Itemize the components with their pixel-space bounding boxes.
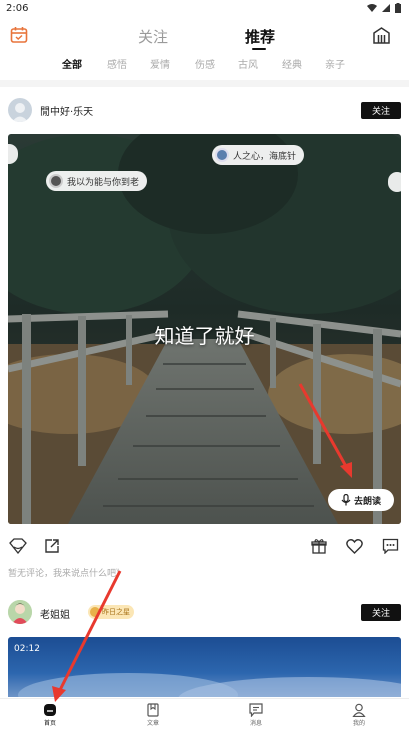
share-icon xyxy=(45,539,59,553)
gem-button[interactable] xyxy=(8,536,28,556)
post-header: 閒中好·乐天 关注 xyxy=(8,98,401,122)
comment-button[interactable] xyxy=(380,536,400,556)
status-icons xyxy=(367,3,401,13)
feed-divider xyxy=(0,80,409,87)
tab-follow[interactable]: 关注 xyxy=(138,26,168,47)
post-action-bar xyxy=(8,536,401,556)
follow-button[interactable]: 关注 xyxy=(361,604,401,621)
sky-photo xyxy=(18,673,401,697)
calendar-icon xyxy=(10,27,28,43)
topic-tag[interactable]: 我以为能与你到老 xyxy=(46,171,148,191)
nav-profile-label: 我的 xyxy=(352,720,365,727)
nav-message-label: 消息 xyxy=(249,720,262,727)
category-love[interactable]: 爱情 xyxy=(150,56,170,71)
active-tab-indicator xyxy=(252,48,266,50)
topic-tag-label: 我以为能与你到老 xyxy=(67,177,140,188)
post-image[interactable]: 我以为能与你到老 人之心，海底针 知道了就好 去朗读 xyxy=(8,134,401,524)
read-aloud-button[interactable]: 去朗读 xyxy=(328,489,394,511)
battery-icon xyxy=(395,3,401,13)
tag-avatar-icon xyxy=(49,174,63,188)
user-badge-label: 昨日之星 xyxy=(102,608,130,616)
read-aloud-label: 去朗读 xyxy=(353,496,381,507)
category-family[interactable]: 亲子 xyxy=(325,56,345,71)
diamond-icon xyxy=(9,538,27,554)
nav-home-label: 首页 xyxy=(43,720,56,727)
nav-article-label: 文章 xyxy=(146,720,159,727)
avatar-image xyxy=(8,600,32,624)
status-time: 2:06 xyxy=(6,2,29,14)
like-button[interactable] xyxy=(344,536,364,556)
comment-icon xyxy=(382,538,398,554)
article-icon xyxy=(147,703,159,717)
profile-icon xyxy=(352,703,366,717)
gift-button[interactable] xyxy=(309,536,329,556)
user-badge: 昨日之星 xyxy=(88,605,134,619)
avatar[interactable] xyxy=(8,600,32,624)
heart-icon xyxy=(345,538,363,554)
nav-home[interactable]: 首页 xyxy=(30,703,70,727)
comment-prompt[interactable]: 暂无评论，我来说点什么吧》 xyxy=(8,566,125,579)
video-thumbnail[interactable]: 02:12 xyxy=(8,637,401,697)
wifi-icon xyxy=(367,4,377,12)
share-button[interactable] xyxy=(42,536,62,556)
microphone-icon xyxy=(341,494,351,506)
signal-icon xyxy=(382,4,390,12)
topic-tag-label: 人之心，海底针 xyxy=(233,151,297,162)
category-bar: 全部 感悟 爱情 伤感 古风 经典 亲子 xyxy=(0,56,409,72)
tab-recommend[interactable]: 推荐 xyxy=(245,26,275,47)
library-icon xyxy=(373,27,390,44)
category-classic[interactable]: 经典 xyxy=(282,56,302,71)
video-duration: 02:12 xyxy=(14,644,40,654)
post-username[interactable]: 老姐姐 xyxy=(40,606,70,621)
category-sad[interactable]: 伤感 xyxy=(195,56,215,71)
nav-article[interactable]: 文章 xyxy=(133,703,173,727)
tag-edge-right[interactable] xyxy=(388,172,401,192)
calendar-button[interactable] xyxy=(10,26,28,44)
post-header: 老姐姐 昨日之星 关注 xyxy=(8,600,401,626)
follow-button[interactable]: 关注 xyxy=(361,102,401,119)
bottom-nav: 首页 文章 消息 我的 xyxy=(0,698,409,730)
star-badge-icon xyxy=(90,607,100,617)
top-nav: 关注 推荐 xyxy=(0,22,409,52)
gift-icon xyxy=(311,539,327,554)
avatar-image xyxy=(8,98,32,122)
tag-avatar-icon xyxy=(215,148,229,162)
library-button[interactable] xyxy=(372,26,391,45)
nav-profile[interactable]: 我的 xyxy=(339,703,379,727)
post-username[interactable]: 閒中好·乐天 xyxy=(40,103,93,118)
category-insight[interactable]: 感悟 xyxy=(107,56,127,71)
category-all[interactable]: 全部 xyxy=(62,56,82,71)
topic-tag[interactable]: 人之心，海底针 xyxy=(212,145,305,165)
post-overlay-text: 知道了就好 xyxy=(154,324,255,348)
home-icon xyxy=(44,704,56,716)
message-icon xyxy=(249,703,263,717)
avatar[interactable] xyxy=(8,98,32,122)
status-bar: 2:06 xyxy=(0,0,409,16)
category-ancient[interactable]: 古风 xyxy=(238,56,258,71)
nav-message[interactable]: 消息 xyxy=(236,703,276,727)
